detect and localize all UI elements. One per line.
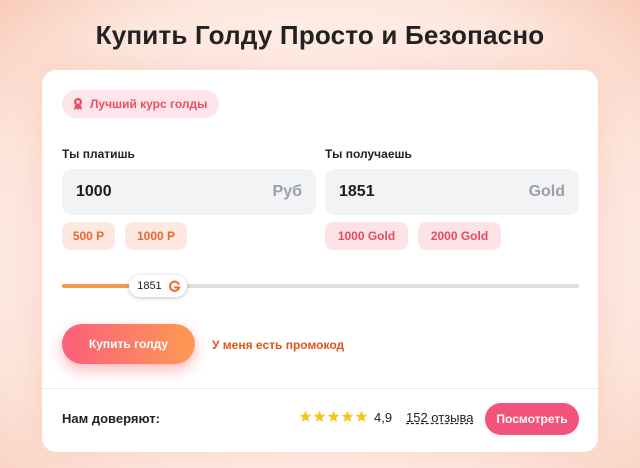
preset-2000-gold-button[interactable]: 2000 Gold [418, 222, 501, 250]
reviews-link[interactable]: 152 отзыва [406, 410, 474, 425]
receive-currency-unit: Gold [528, 183, 565, 200]
preset-1000-gold-button[interactable]: 1000 Gold [325, 222, 408, 250]
star-icon [355, 410, 368, 422]
buy-gold-button[interactable]: Купить голду [62, 324, 195, 364]
receive-label: Ты получаешь [325, 147, 412, 161]
pay-amount-value[interactable]: 1000 [76, 183, 112, 201]
slider-thumb[interactable]: 1851 [129, 275, 187, 297]
exchange-card: Лучший курс голды Ты платишь Ты получаеш… [42, 70, 598, 452]
receive-amount-field[interactable]: 1851 Gold [325, 169, 579, 215]
view-reviews-button[interactable]: Посмотреть [485, 403, 579, 435]
pay-amount-field[interactable]: 1000 Руб [62, 169, 316, 215]
badge-label: Лучший курс голды [90, 97, 208, 111]
pay-currency-unit: Руб [272, 183, 302, 200]
slider-fill [62, 284, 130, 288]
award-ribbon-icon [74, 98, 82, 110]
preset-1000-rub-button[interactable]: 1000 Р [125, 222, 187, 250]
divider [42, 388, 598, 389]
star-icon [327, 410, 340, 422]
star-icon [299, 410, 312, 422]
pay-label: Ты платишь [62, 147, 135, 161]
trust-label: Нам доверяют: [62, 411, 160, 426]
star-icon [341, 410, 354, 422]
gold-g-icon [168, 280, 181, 292]
best-rate-badge: Лучший курс голды [62, 90, 220, 118]
receive-amount-value[interactable]: 1851 [339, 183, 375, 201]
page-title: Купить Голду Просто и Безопасно [95, 20, 545, 50]
preset-500-rub-button[interactable]: 500 Р [62, 222, 115, 250]
rating-stars [299, 410, 368, 423]
amount-slider[interactable]: 1851 [62, 275, 579, 297]
slider-value-label: 1851 [137, 280, 162, 292]
rating-value: 4,9 [374, 410, 393, 425]
promo-code-link[interactable]: У меня есть промокод [212, 338, 344, 352]
star-icon [313, 410, 326, 422]
